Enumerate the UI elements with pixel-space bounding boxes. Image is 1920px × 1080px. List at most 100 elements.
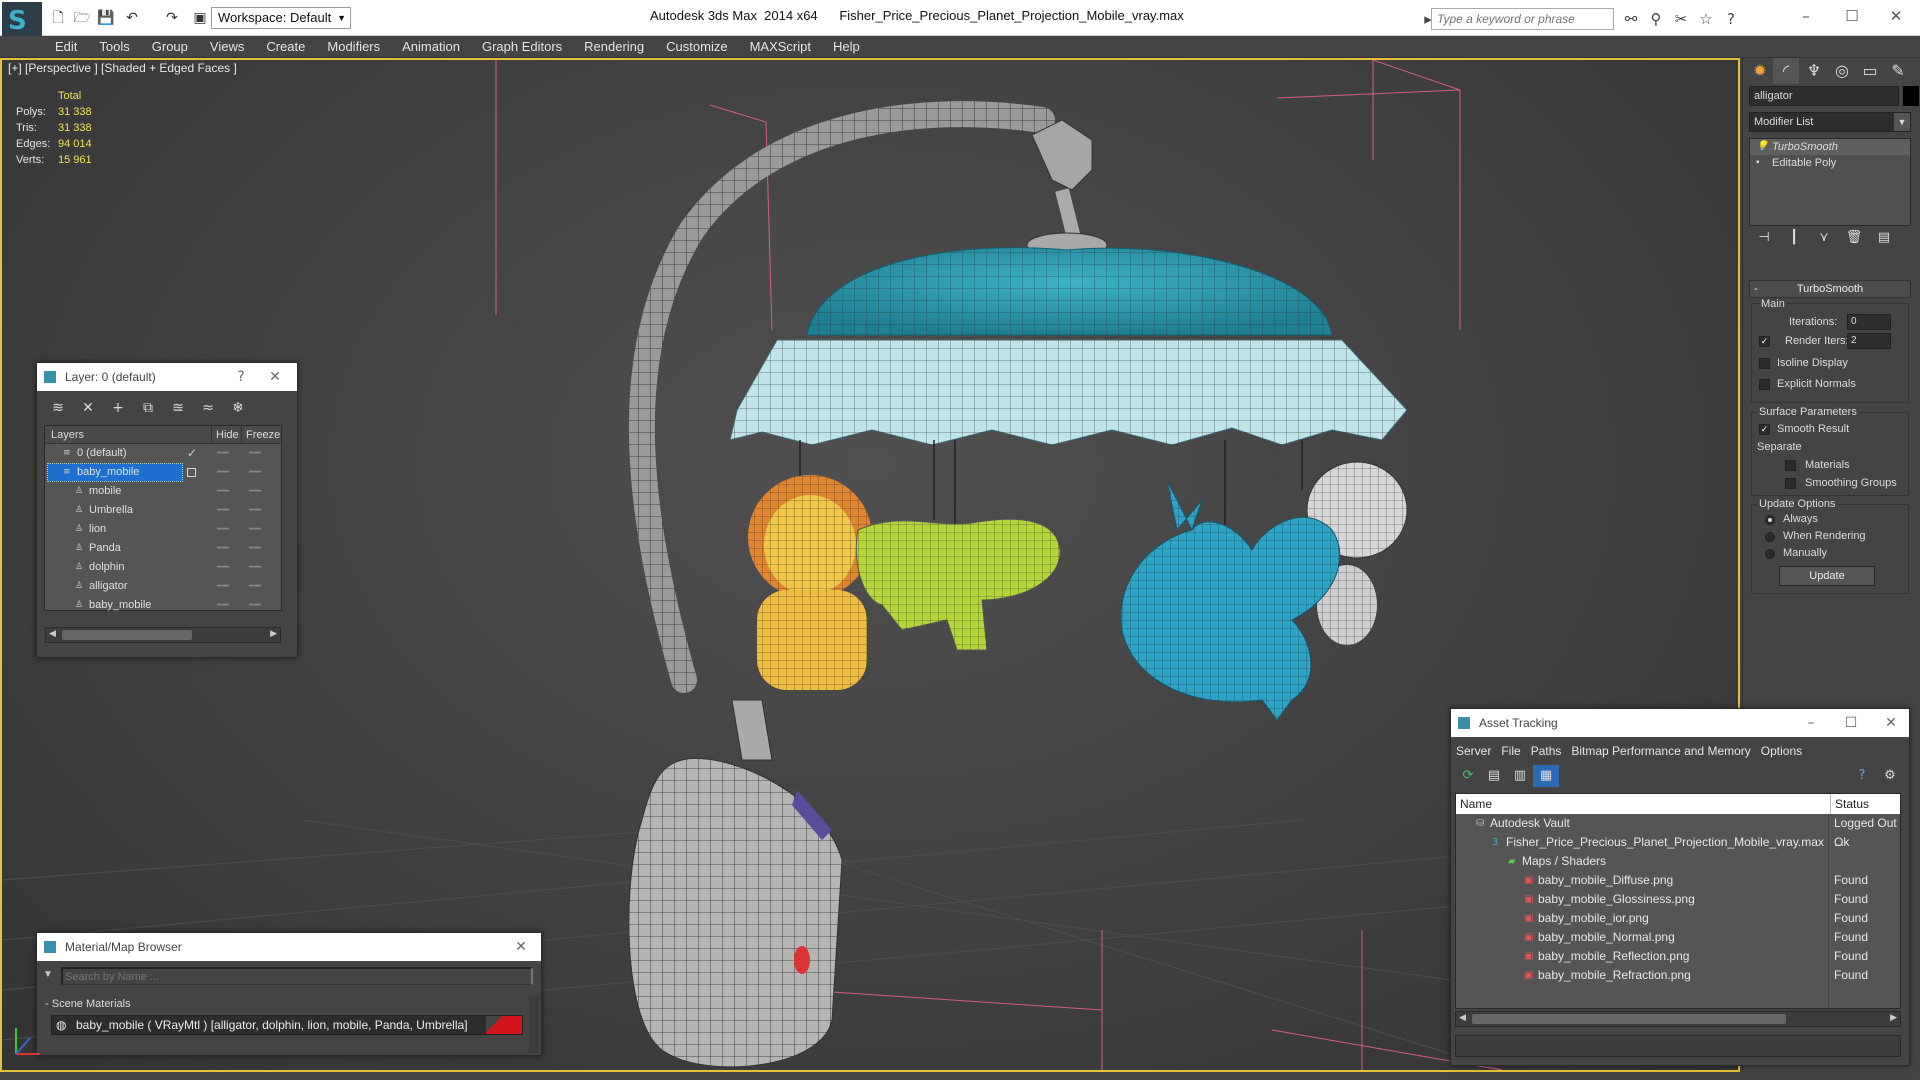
layer-panel-titlebar[interactable]: Layer: 0 (default) ? ✕ bbox=[37, 363, 297, 391]
add-to-layer-icon[interactable]: + bbox=[103, 397, 133, 419]
help-icon[interactable]: ? bbox=[1849, 765, 1875, 787]
refresh-icon[interactable]: ⟳ bbox=[1455, 765, 1481, 787]
pin-stack-icon[interactable]: ⊣ bbox=[1749, 230, 1779, 245]
asset-row[interactable]: ▰ Maps / Shaders bbox=[1456, 852, 1900, 871]
asset-row[interactable]: ▣ baby_mobile_Reflection.png Found bbox=[1456, 947, 1900, 966]
freeze-toggle[interactable]: ━━ bbox=[249, 463, 261, 482]
set-current-layer-icon[interactable] bbox=[187, 468, 196, 477]
render-iters-spinner[interactable]: 2 bbox=[1847, 333, 1891, 349]
freeze-toggle[interactable]: ━━ bbox=[249, 501, 261, 520]
material-search-input[interactable] bbox=[61, 967, 533, 985]
scroll-right-icon[interactable]: ▶ bbox=[1890, 1012, 1897, 1023]
menu-rendering[interactable]: Rendering bbox=[573, 36, 655, 58]
asset-menu-options[interactable]: Options bbox=[1756, 739, 1807, 763]
layer-row[interactable]: ♙ mobile ━━ ━━ bbox=[45, 482, 281, 501]
menu-group[interactable]: Group bbox=[141, 36, 199, 58]
asset-path-field[interactable] bbox=[1455, 1035, 1901, 1057]
help-icon[interactable]: ? bbox=[1720, 8, 1742, 30]
explicit-normals-checkbox[interactable] bbox=[1759, 379, 1770, 390]
communication-center-icon[interactable]: ⚲ bbox=[1645, 8, 1667, 30]
table-view-icon[interactable]: ▦ bbox=[1533, 765, 1559, 787]
scene-materials-group[interactable]: - Scene Materials bbox=[45, 995, 533, 1013]
app-logo[interactable]: S bbox=[2, 2, 42, 36]
motion-tab-icon[interactable]: ◎ bbox=[1829, 58, 1855, 84]
asset-horizontal-scrollbar[interactable]: ◀ ▶ bbox=[1455, 1011, 1901, 1027]
name-column-header[interactable]: Name bbox=[1460, 794, 1492, 814]
viewport-label[interactable]: [+] [Perspective ] [Shaded + Edged Faces… bbox=[8, 61, 237, 75]
hide-toggle[interactable]: ━━ bbox=[217, 501, 229, 520]
lightbulb-icon[interactable]: 💡 bbox=[1756, 139, 1768, 155]
favorites-star-icon[interactable]: ☆ bbox=[1695, 8, 1717, 30]
display-tab-icon[interactable]: ▭ bbox=[1857, 58, 1883, 84]
stack-item-turbosmooth[interactable]: 💡 TurboSmooth bbox=[1750, 139, 1910, 155]
binoculars-icon[interactable]: ⚯ bbox=[1620, 8, 1642, 30]
hide-toggle[interactable]: ━━ bbox=[217, 539, 229, 558]
status-column-header[interactable]: Status bbox=[1830, 794, 1869, 814]
material-vertical-scrollbar[interactable] bbox=[529, 995, 539, 1053]
make-unique-icon[interactable]: ⋎ bbox=[1809, 230, 1839, 245]
create-layer-icon[interactable]: ≋ bbox=[43, 397, 73, 419]
scroll-thumb[interactable] bbox=[62, 630, 192, 640]
hide-toggle[interactable]: ━━ bbox=[217, 558, 229, 577]
freeze-toggle[interactable]: ━━ bbox=[249, 558, 261, 577]
detail-view-icon[interactable]: ▥ bbox=[1507, 765, 1533, 787]
scroll-left-icon[interactable]: ◀ bbox=[49, 628, 56, 639]
modify-tab-icon[interactable]: ◜ bbox=[1773, 58, 1799, 84]
hide-toggle[interactable]: ━━ bbox=[217, 463, 229, 482]
scroll-right-icon[interactable]: ▶ bbox=[270, 628, 277, 639]
turbosmooth-rollout-header[interactable]: - TurboSmooth bbox=[1749, 280, 1911, 298]
asset-row[interactable]: ▣ baby_mobile_Glossiness.png Found bbox=[1456, 890, 1900, 909]
save-file-icon[interactable]: 💾 bbox=[96, 8, 116, 28]
menu-help[interactable]: Help bbox=[822, 36, 871, 58]
search-input[interactable] bbox=[1431, 8, 1614, 30]
render-iters-checkbox[interactable]: ✓ bbox=[1759, 336, 1770, 347]
freeze-toggle[interactable]: ━━ bbox=[249, 577, 261, 596]
maximize-icon[interactable]: ☐ bbox=[1832, 4, 1872, 28]
hide-toggle[interactable]: ━━ bbox=[217, 596, 229, 615]
material-item[interactable]: ◍ baby_mobile ( VRayMtl ) [alligator, do… bbox=[51, 1015, 523, 1035]
highlight-layer-icon[interactable]: ≊ bbox=[163, 397, 193, 419]
modifier-list-dropdown[interactable]: Modifier List ▼ bbox=[1749, 112, 1911, 132]
delete-layer-icon[interactable]: ✕ bbox=[73, 397, 103, 419]
configure-modifier-sets-icon[interactable]: ▤ bbox=[1869, 230, 1899, 245]
when-rendering-radio[interactable] bbox=[1765, 532, 1775, 542]
workspace-dropdown[interactable]: Workspace: Default ▼ bbox=[211, 7, 351, 29]
freeze-column-header[interactable]: Freeze bbox=[241, 426, 280, 444]
close-icon[interactable]: ✕ bbox=[263, 363, 287, 391]
asset-menu-server[interactable]: Server bbox=[1451, 739, 1496, 763]
menu-maxscript[interactable]: MAXScript bbox=[739, 36, 822, 58]
menu-views[interactable]: Views bbox=[199, 36, 255, 58]
manually-radio[interactable] bbox=[1765, 549, 1775, 559]
close-icon[interactable]: ✕ bbox=[1876, 4, 1916, 28]
layer-row[interactable]: ♙ dolphin ━━ ━━ bbox=[45, 558, 281, 577]
asset-menu-bitmap-performance-and-memory[interactable]: Bitmap Performance and Memory bbox=[1566, 739, 1755, 763]
settings-icon[interactable]: ⚙ bbox=[1877, 765, 1903, 787]
material-panel-titlebar[interactable]: Material/Map Browser ✕ bbox=[37, 933, 541, 961]
asset-panel-titlebar[interactable]: Asset Tracking – ☐ ✕ bbox=[1451, 709, 1909, 737]
hide-toggle[interactable]: ━━ bbox=[217, 482, 229, 501]
current-layer-checkmark-icon[interactable]: ✓ bbox=[187, 444, 197, 463]
object-name-field[interactable]: alligator bbox=[1749, 86, 1899, 106]
new-file-icon[interactable]: 🗋 bbox=[48, 8, 68, 28]
redo-icon[interactable]: ↷ bbox=[162, 8, 182, 28]
layer-row[interactable]: ≡ 0 (default) ✓ ━━ ━━ bbox=[45, 444, 281, 463]
scroll-left-icon[interactable]: ◀ bbox=[1459, 1012, 1466, 1023]
scroll-thumb[interactable] bbox=[1472, 1014, 1786, 1024]
freeze-toggle[interactable]: ━━ bbox=[249, 444, 261, 463]
layer-row[interactable]: ♙ baby_mobile ━━ ━━ bbox=[45, 596, 281, 615]
asset-menu-file[interactable]: File bbox=[1496, 739, 1525, 763]
asset-row[interactable]: ⛁ Autodesk Vault Logged Out ... bbox=[1456, 814, 1900, 849]
smoothing-groups-checkbox[interactable] bbox=[1785, 478, 1796, 489]
menu-edit[interactable]: Edit bbox=[44, 36, 88, 58]
always-radio[interactable] bbox=[1765, 515, 1775, 525]
utilities-tab-icon[interactable]: ✎ bbox=[1885, 58, 1911, 84]
hierarchy-tab-icon[interactable]: ♆ bbox=[1801, 58, 1827, 84]
minimize-icon[interactable]: – bbox=[1786, 4, 1826, 28]
layer-row[interactable]: ♙ lion ━━ ━━ bbox=[45, 520, 281, 539]
hide-column-header[interactable]: Hide bbox=[211, 426, 239, 444]
layer-row[interactable]: ♙ alligator ━━ ━━ bbox=[45, 577, 281, 596]
layer-row[interactable]: ≡ baby_mobile ━━ ━━ bbox=[45, 463, 281, 482]
menu-animation[interactable]: Animation bbox=[391, 36, 471, 58]
layers-column-header[interactable]: Layers bbox=[51, 426, 84, 444]
expand-plus-icon[interactable]: ▪ bbox=[1756, 155, 1760, 171]
